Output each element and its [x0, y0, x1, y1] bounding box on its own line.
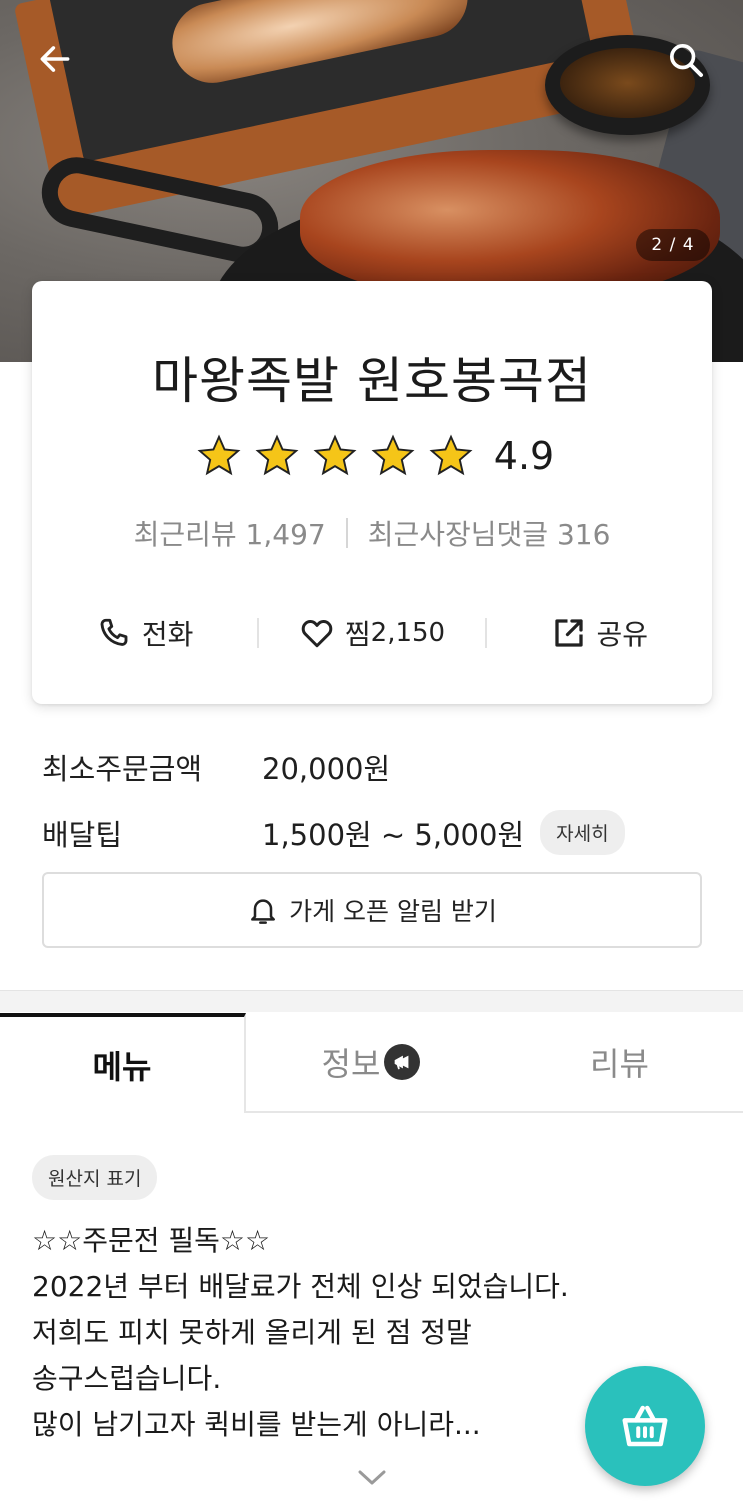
- call-button[interactable]: 전화: [32, 613, 257, 653]
- origin-label-button[interactable]: 원산지 표기: [32, 1155, 158, 1200]
- star-icon: [313, 434, 357, 476]
- store-open-alert-button[interactable]: 가게 오픈 알림 받기: [42, 872, 702, 948]
- min-order-row: 최소주문금액 20,000원: [42, 746, 390, 788]
- star-icon: [197, 434, 241, 476]
- divider: [345, 518, 348, 548]
- delivery-tip-row: 배달팁 1,500원 ~ 5,000원 자세히: [42, 810, 625, 855]
- recent-reviews[interactable]: 최근리뷰 1,497: [134, 513, 326, 553]
- min-order-value: 20,000원: [262, 752, 391, 786]
- review-stats[interactable]: 최근리뷰 1,497 최근사장님댓글 316: [32, 513, 712, 553]
- favorite-count: 2,150: [370, 618, 446, 648]
- delivery-tip-detail-button[interactable]: 자세히: [540, 810, 625, 855]
- notice-line: 많이 남기고자 퀵비를 받는게 아니라...: [32, 1408, 481, 1441]
- image-page-indicator: 2 / 4: [636, 229, 710, 261]
- notice-line: ☆☆주문전 필독☆☆: [32, 1224, 271, 1257]
- phone-icon: [100, 618, 128, 646]
- bell-icon: [251, 899, 276, 924]
- share-button[interactable]: 공유: [487, 613, 712, 653]
- search-button[interactable]: [660, 34, 712, 86]
- favorite-button[interactable]: 찜 2,150: [259, 613, 484, 653]
- megaphone-icon: [384, 1044, 421, 1080]
- basket-icon: [622, 1405, 668, 1447]
- star-icon: [255, 434, 299, 476]
- action-row: 전화 찜 2,150 공유: [32, 606, 712, 660]
- store-name: 마왕족발 원호봉곡점: [152, 352, 592, 410]
- star-icon: [371, 434, 415, 476]
- share-icon: [554, 619, 583, 647]
- share-label: 공유: [596, 618, 649, 651]
- tab-info-label: 정보: [321, 1045, 381, 1083]
- section-divider: [0, 990, 743, 1012]
- rating-value: 4.9: [493, 434, 555, 478]
- cart-button[interactable]: [585, 1366, 705, 1486]
- search-icon: [670, 44, 703, 77]
- notice-line: 저희도 피치 못하게 올리게 된 점 정말: [32, 1316, 472, 1349]
- delivery-tip-value: 1,500원 ~ 5,000원: [262, 817, 525, 852]
- favorite-label: 찜: [344, 618, 371, 651]
- min-order-label: 최소주문금액: [42, 752, 203, 786]
- star-icon: [429, 434, 473, 476]
- roasted-pork-trotter: [300, 150, 720, 300]
- call-label: 전화: [141, 618, 194, 651]
- delivery-tip-label: 배달팁: [42, 817, 123, 852]
- store-tabs: 메뉴 정보 리뷰: [0, 1013, 743, 1113]
- notice-line: 2022년 부터 배달료가 전체 인상 되었습니다.: [32, 1270, 569, 1303]
- arrow-left-icon: [40, 46, 70, 72]
- back-button[interactable]: [30, 34, 80, 84]
- tab-review[interactable]: 리뷰: [496, 1013, 743, 1111]
- store-card: 마왕족발 원호봉곡점 4.9 최근리뷰 1,497 최근사장님댓글 316 전화…: [32, 281, 712, 704]
- notice-line: 송구스럽습니다.: [32, 1362, 222, 1395]
- tab-info[interactable]: 정보: [246, 1013, 496, 1111]
- chevron-down-icon[interactable]: [356, 1466, 388, 1490]
- tab-menu[interactable]: 메뉴: [0, 1013, 246, 1113]
- store-notice: ☆☆주문전 필독☆☆ 2022년 부터 배달료가 전체 인상 되었습니다. 저희…: [32, 1218, 672, 1448]
- heart-icon: [301, 620, 333, 648]
- rating-row: 4.9: [32, 433, 712, 479]
- recent-owner-replies[interactable]: 최근사장님댓글 316: [368, 513, 611, 553]
- notify-label: 가게 오픈 알림 받기: [289, 897, 497, 926]
